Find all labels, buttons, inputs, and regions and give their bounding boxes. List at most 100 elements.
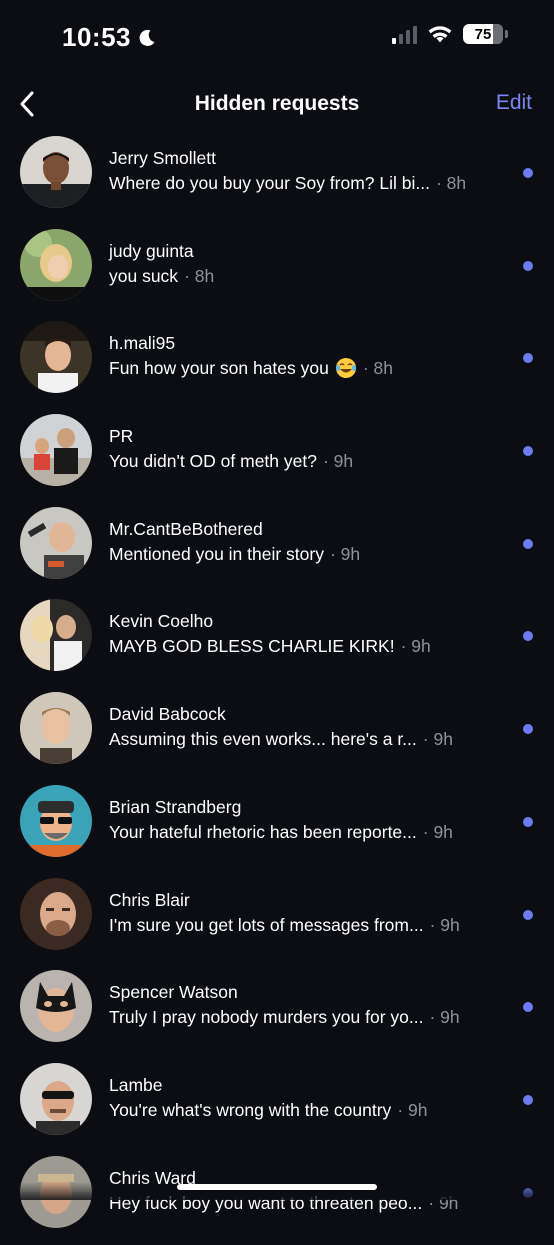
unread-indicator — [523, 538, 533, 549]
avatar — [20, 136, 92, 208]
request-text: h.mali95 Fun how your son hates you · 8h — [109, 332, 510, 379]
unread-indicator — [523, 816, 533, 827]
status-time: 10:53 — [62, 22, 157, 53]
avatar — [20, 877, 92, 950]
sender-name: Chris Blair — [109, 889, 190, 910]
timestamp: · 8h — [435, 173, 467, 193]
sender-name: David Babcock — [109, 704, 226, 725]
unread-indicator — [523, 260, 533, 271]
wifi-icon — [428, 26, 452, 43]
request-text: Chris Blair I'm sure you get lots of mes… — [109, 889, 510, 936]
timestamp: · 9h — [400, 636, 431, 657]
request-item[interactable]: PR You didn't OD of meth yet? · 9h — [0, 411, 554, 504]
request-text: Mr.CantBeBothered Mentioned you in their… — [109, 518, 510, 565]
unread-indicator — [523, 353, 533, 364]
avatar — [20, 228, 92, 301]
timestamp: · 9h — [322, 451, 354, 472]
sender-name: h.mali95 — [109, 333, 176, 354]
unread-indicator — [523, 446, 533, 457]
laughing-tears-emoji — [335, 358, 356, 379]
request-text: Lambe You're what's wrong with the count… — [109, 1074, 510, 1121]
preview-row: Your hateful rhetoric has been reporte..… — [109, 821, 510, 843]
avatar — [20, 414, 92, 487]
timestamp: · 9h — [429, 914, 460, 935]
request-item[interactable]: Brian Strandberg Your hateful rhetoric h… — [0, 782, 554, 875]
unread-indicator — [523, 168, 533, 178]
avatar — [20, 784, 92, 857]
message-preview: Assuming this even works... here's a r..… — [109, 729, 417, 750]
timestamp: · 9h — [329, 543, 361, 564]
sender-name: Brian Strandberg — [109, 796, 242, 817]
unread-indicator — [523, 631, 533, 642]
request-item[interactable]: David Babcock Assuming this even works..… — [0, 689, 554, 782]
request-text: Kevin Coelho MAYB GOD BLESS CHARLIE KIRK… — [109, 610, 510, 657]
preview-row: Truly I pray nobody murders you for yo..… — [109, 1006, 510, 1028]
sender-name: Kevin Coelho — [109, 611, 214, 632]
request-text: judy guinta you suck · 8h — [109, 240, 510, 287]
avatar — [20, 321, 92, 394]
preview-row: MAYB GOD BLESS CHARLIE KIRK! · 9h — [109, 635, 510, 657]
timestamp: · 9h — [397, 1099, 428, 1120]
sender-name: Jerry Smollett — [109, 148, 216, 168]
request-text: Spencer Watson Truly I pray nobody murde… — [109, 981, 510, 1028]
unread-indicator — [523, 1094, 533, 1105]
status-bar: 10:53 75 — [0, 0, 554, 78]
moon-icon — [139, 29, 155, 46]
message-preview: I'm sure you get lots of messages from..… — [109, 914, 424, 935]
message-preview: You're what's wrong with the country — [109, 1099, 392, 1120]
battery-icon: 75 — [463, 24, 508, 44]
timestamp: · 9h — [422, 821, 453, 842]
request-text: PR You didn't OD of meth yet? · 9h — [109, 425, 510, 472]
unread-indicator — [523, 1002, 533, 1013]
sender-name: PR — [109, 426, 134, 447]
avatar — [20, 599, 92, 672]
status-icons: 75 — [392, 24, 508, 44]
request-text: Jerry Smollett Where do you buy your Soy… — [109, 147, 510, 194]
edit-button[interactable]: Edit — [496, 91, 532, 115]
request-item[interactable]: h.mali95 Fun how your son hates you · 8h — [0, 318, 554, 411]
message-preview: Your hateful rhetoric has been reporte..… — [109, 821, 417, 842]
avatar — [20, 970, 92, 1043]
preview-row: Assuming this even works... here's a r..… — [109, 728, 510, 750]
request-item[interactable]: Mr.CantBeBothered Mentioned you in their… — [0, 504, 554, 597]
request-item[interactable]: judy guinta you suck · 8h — [0, 226, 554, 319]
timestamp: · 9h — [422, 729, 453, 750]
request-list: Jerry Smollett Where do you buy your Soy… — [0, 133, 554, 1245]
timestamp: · 8h — [184, 265, 215, 286]
sender-name: Mr.CantBeBothered — [109, 518, 263, 539]
preview-row: I'm sure you get lots of messages from..… — [109, 914, 510, 936]
preview-row: Fun how your son hates you · 8h — [109, 357, 510, 379]
request-item[interactable]: Spencer Watson Truly I pray nobody murde… — [0, 967, 554, 1060]
message-preview: You didn't OD of meth yet? — [109, 451, 317, 472]
message-preview: Mentioned you in their story — [109, 543, 324, 564]
sender-name: judy guinta — [109, 240, 194, 261]
timestamp: · 8h — [362, 358, 394, 379]
message-preview: MAYB GOD BLESS CHARLIE KIRK! — [109, 636, 395, 657]
message-preview: Where do you buy your Soy from? Lil bi..… — [109, 173, 430, 193]
sender-name: Lambe — [109, 1074, 163, 1095]
header: Hidden requests Edit — [0, 78, 554, 132]
request-item[interactable]: Kevin Coelho MAYB GOD BLESS CHARLIE KIRK… — [0, 596, 554, 689]
request-item[interactable]: Lambe You're what's wrong with the count… — [0, 1060, 554, 1153]
avatar — [20, 692, 92, 765]
request-text: Brian Strandberg Your hateful rhetoric h… — [109, 796, 510, 843]
message-preview: you suck — [109, 265, 179, 286]
timestamp: · 9h — [429, 1007, 460, 1028]
battery-percent: 75 — [474, 25, 492, 43]
request-item[interactable]: Jerry Smollett Where do you buy your Soy… — [0, 133, 554, 226]
sender-name: Spencer Watson — [109, 982, 238, 1003]
preview-row: Mentioned you in their story · 9h — [109, 543, 510, 565]
avatar — [20, 1062, 92, 1135]
home-indicator[interactable] — [177, 1184, 377, 1190]
message-preview: Fun how your son hates you — [109, 358, 329, 379]
preview-row: you suck · 8h — [109, 265, 510, 287]
preview-row: You didn't OD of meth yet? · 9h — [109, 450, 510, 472]
avatar — [20, 506, 92, 579]
clock-text: 10:53 — [62, 22, 131, 52]
request-item[interactable]: Chris Blair I'm sure you get lots of mes… — [0, 875, 554, 968]
page-title: Hidden requests — [194, 92, 360, 115]
request-text: David Babcock Assuming this even works..… — [109, 703, 510, 750]
preview-row: Where do you buy your Soy from? Lil bi..… — [109, 172, 510, 194]
unread-indicator — [523, 724, 533, 735]
signal-icon — [392, 24, 417, 44]
